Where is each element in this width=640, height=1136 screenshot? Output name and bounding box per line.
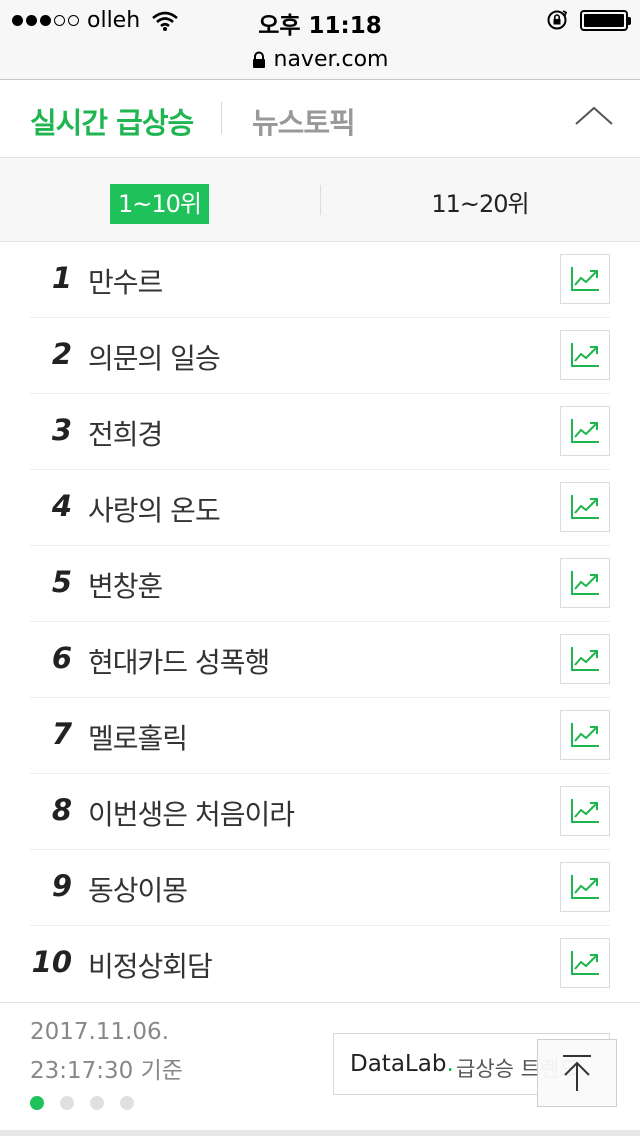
ranking-row[interactable]: 2 의문의 일승 [30, 318, 610, 394]
trend-chart-button[interactable] [560, 330, 610, 380]
rank-number: 2 [51, 337, 72, 371]
rank-keyword[interactable]: 전희경 [88, 413, 163, 453]
tab-rank-1-10[interactable]: 1~10위 [110, 184, 209, 224]
trend-chart-icon [571, 343, 599, 367]
page-dot[interactable] [120, 1096, 134, 1110]
lock-icon [252, 51, 265, 68]
timestamp-time: 23:17:30 기준 [30, 1058, 183, 1084]
trend-chart-button[interactable] [560, 482, 610, 532]
trend-chart-icon [571, 799, 599, 823]
rank-number: 1 [51, 261, 72, 295]
rank-number: 7 [51, 717, 72, 751]
range-divider [320, 185, 321, 215]
trend-chart-icon [571, 723, 599, 747]
rank-keyword[interactable]: 현대카드 성폭행 [88, 641, 270, 681]
bottom-edge [0, 1130, 640, 1136]
ranking-row[interactable]: 3 전희경 [30, 394, 610, 470]
tab-rank-11-20[interactable]: 11~20위 [420, 184, 540, 224]
datalab-brand-dot: . [446, 1051, 454, 1077]
rank-keyword[interactable]: 이번생은 처음이라 [88, 793, 295, 833]
ranking-row[interactable]: 1 만수르 [30, 242, 610, 318]
trend-header: 실시간 급상승 뉴스토픽 [0, 80, 640, 158]
tab-news-topic[interactable]: 뉴스토픽 [252, 100, 356, 142]
rank-keyword[interactable]: 비정상회담 [88, 945, 213, 985]
page-indicator [30, 1096, 134, 1110]
status-bar: olleh 오후 11:18 [0, 0, 640, 40]
rank-number: 3 [51, 413, 72, 447]
ranking-row[interactable]: 5 변창훈 [30, 546, 610, 622]
trend-footer: 2017.11.06. 23:17:30 기준 DataLab. 급상승 트렌드 [0, 1002, 640, 1136]
rotation-lock-icon [547, 10, 568, 30]
ranking-row[interactable]: 9 동상이몽 [30, 850, 610, 926]
trend-chart-button[interactable] [560, 406, 610, 456]
trend-chart-icon [571, 571, 599, 595]
header-divider [221, 102, 222, 134]
trend-chart-icon [571, 267, 599, 291]
trend-chart-button[interactable] [560, 862, 610, 912]
trend-chart-icon [571, 875, 599, 899]
battery-icon [580, 9, 631, 31]
rank-number: 4 [51, 489, 72, 523]
ranking-row[interactable]: 6 현대카드 성폭행 [30, 622, 610, 698]
page-dot[interactable] [60, 1096, 74, 1110]
tab-realtime-rising[interactable]: 실시간 급상승 [30, 100, 194, 142]
rank-number: 5 [51, 565, 72, 599]
ranking-row[interactable]: 10 비정상회담 [30, 926, 610, 1002]
trend-chart-button[interactable] [560, 634, 610, 684]
trend-chart-icon [571, 419, 599, 443]
scroll-top-button[interactable] [537, 1039, 617, 1107]
trend-chart-button[interactable] [560, 938, 610, 988]
datalab-logo: DataLab. [350, 1051, 454, 1077]
rank-keyword[interactable]: 멜로홀릭 [88, 717, 188, 757]
page-dot[interactable] [90, 1096, 104, 1110]
trend-chart-icon [571, 495, 599, 519]
trend-chart-button[interactable] [560, 710, 610, 760]
address-bar[interactable]: naver.com [0, 40, 640, 80]
rank-number: 8 [51, 793, 72, 827]
trend-chart-button[interactable] [560, 254, 610, 304]
status-right [546, 9, 631, 31]
ranking-row[interactable]: 8 이번생은 처음이라 [30, 774, 610, 850]
rank-keyword[interactable]: 동상이몽 [88, 869, 188, 909]
timestamp-date: 2017.11.06. [30, 1019, 169, 1045]
page-dot-active[interactable] [30, 1096, 44, 1110]
trend-chart-icon [571, 647, 599, 671]
chevron-up-icon[interactable] [574, 102, 614, 132]
range-tabs: 1~10위 11~20위 [0, 158, 640, 242]
ranking-row[interactable]: 7 멜로홀릭 [30, 698, 610, 774]
datalab-brand-text: DataLab [350, 1051, 447, 1077]
status-clock: 오후 11:18 [258, 13, 382, 39]
rank-keyword[interactable]: 의문의 일승 [88, 337, 221, 377]
rank-keyword[interactable]: 변창훈 [88, 565, 163, 605]
rank-keyword[interactable]: 만수르 [88, 261, 163, 301]
rank-keyword[interactable]: 사랑의 온도 [88, 489, 221, 529]
rank-number: 6 [51, 641, 72, 675]
trend-chart-button[interactable] [560, 558, 610, 608]
scroll-top-icon [563, 1055, 591, 1091]
ranking-row[interactable]: 4 사랑의 온도 [30, 470, 610, 546]
trend-chart-button[interactable] [560, 786, 610, 836]
rank-number: 9 [51, 869, 72, 903]
trend-chart-icon [571, 951, 599, 975]
ranking-list: 1 만수르 2 의문의 일승 3 전희경 4 사랑의 온도 5 변창훈 6 현대… [30, 242, 610, 1002]
rank-number: 10 [31, 945, 72, 979]
url-text: naver.com [273, 47, 389, 72]
